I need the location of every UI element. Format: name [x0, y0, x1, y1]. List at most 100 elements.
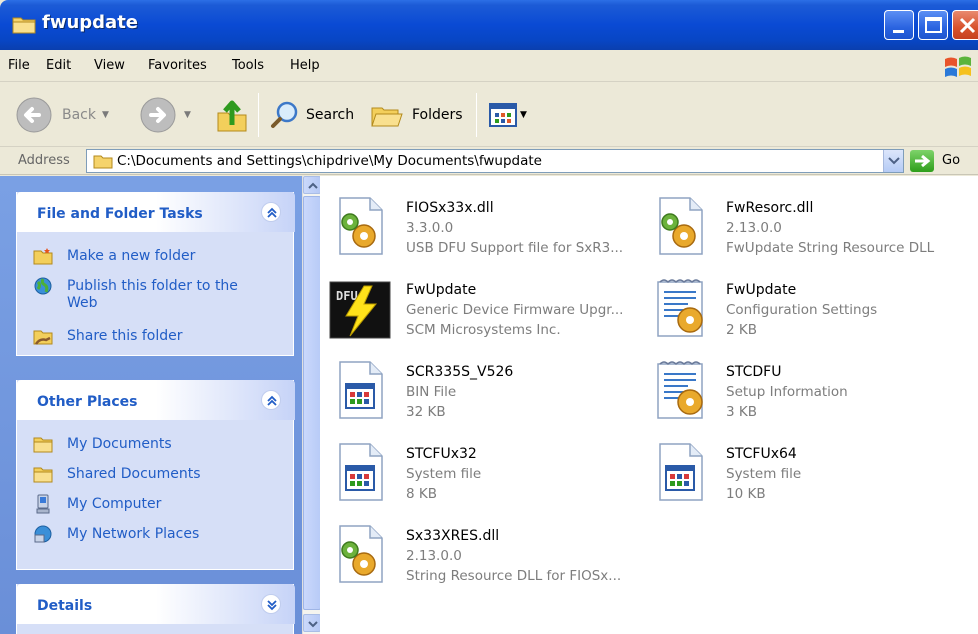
forward-dropdown-icon[interactable]: ▼ [184, 110, 191, 120]
scroll-down-button[interactable] [303, 614, 321, 632]
file-detail: SCM Microsystems Inc. [406, 322, 561, 338]
file-detail: System file [726, 466, 802, 482]
chevron-down-icon [267, 600, 277, 611]
share-folder-icon [33, 330, 53, 345]
explorer-window: fwupdate File Edit View Favorites Tools … [0, 0, 978, 634]
menu-favorites[interactable]: Favorites [148, 58, 207, 73]
address-label: Address [18, 153, 70, 168]
menu-help[interactable]: Help [290, 58, 320, 73]
dfu-app-icon: DFU [329, 281, 391, 339]
collapse-button[interactable] [261, 390, 281, 410]
file-detail: 32 KB [406, 404, 446, 420]
file-item[interactable]: FwResorc.dll 2.13.0.0 FwUpdate String Re… [640, 184, 960, 264]
file-name: SCR335S_V526 [406, 364, 514, 380]
search-button[interactable]: Search [270, 83, 354, 147]
task-pane: File and Folder Tasks Make a new folder [0, 176, 302, 634]
views-button[interactable]: ▼ [488, 83, 527, 147]
address-input[interactable]: C:\Documents and Settings\chipdrive\My D… [86, 149, 904, 173]
file-detail: Generic Device Firmware Upgr... [406, 302, 624, 318]
panel-title: File and Folder Tasks [37, 206, 203, 222]
file-item[interactable]: SCR335S_V526 BIN File 32 KB [320, 348, 640, 428]
back-dropdown-icon[interactable]: ▼ [102, 110, 109, 120]
shared-documents-link[interactable]: Shared Documents [33, 466, 201, 484]
up-folder-button[interactable] [214, 83, 250, 147]
toolbar: Back ▼ ▼ Search Folders ▼ [0, 83, 978, 147]
forward-button[interactable]: ▼ [138, 83, 191, 147]
folders-icon [371, 107, 403, 127]
file-item[interactable]: FIOSx33x.dll 3.3.0.0 USB DFU Support fil… [320, 184, 640, 264]
menu-edit[interactable]: Edit [46, 58, 71, 73]
scroll-up-button[interactable] [303, 176, 321, 194]
config-settings-icon [648, 276, 712, 340]
vertical-scrollbar[interactable] [302, 176, 321, 634]
minimize-button[interactable] [884, 10, 914, 40]
back-button[interactable]: Back ▼ [14, 83, 109, 147]
panel-header[interactable]: Details [17, 584, 295, 624]
make-new-folder-link[interactable]: Make a new folder [33, 248, 195, 266]
new-folder-icon [33, 248, 53, 265]
chevron-up-icon [267, 207, 277, 218]
close-button[interactable] [952, 10, 978, 40]
link-label: Shared Documents [67, 466, 201, 482]
close-icon [959, 17, 976, 34]
file-detail: 2.13.0.0 [726, 220, 782, 236]
file-name: Sx33XRES.dll [406, 528, 500, 544]
file-item[interactable]: STCFUx32 System file 8 KB [320, 430, 640, 510]
menu-file[interactable]: File [8, 58, 30, 73]
setup-info-icon [648, 358, 712, 422]
go-label[interactable]: Go [942, 153, 960, 168]
search-label: Search [306, 107, 355, 123]
maximize-button[interactable] [918, 10, 948, 40]
file-name: FIOSx33x.dll [406, 200, 494, 216]
title-bar[interactable]: fwupdate [0, 0, 978, 50]
views-dropdown-icon[interactable]: ▼ [520, 110, 527, 120]
file-item[interactable]: Sx33XRES.dll 2.13.0.0 String Resource DL… [320, 512, 640, 592]
expand-button[interactable] [261, 594, 281, 614]
dll-icon [328, 194, 392, 258]
go-button[interactable] [910, 150, 934, 172]
file-detail: Setup Information [726, 384, 848, 400]
panel-title: Other Places [37, 394, 138, 410]
minimize-icon [893, 30, 904, 33]
collapse-button[interactable] [261, 202, 281, 222]
file-name: STCFUx64 [726, 446, 797, 462]
address-dropdown-button[interactable] [883, 150, 903, 172]
file-item[interactable]: STCFUx64 System file 10 KB [640, 430, 960, 510]
folder-icon [33, 437, 53, 453]
file-name: STCDFU [726, 364, 782, 380]
chevron-down-icon [888, 157, 900, 165]
share-folder-link[interactable]: Share this folder [33, 328, 183, 346]
panel-header[interactable]: Other Places [17, 380, 295, 420]
window-title: fwupdate [42, 12, 139, 33]
my-computer-link[interactable]: My Computer [33, 494, 161, 514]
link-label: My Network Places [67, 526, 200, 542]
file-name: FwResorc.dll [726, 200, 814, 216]
folders-button[interactable]: Folders [370, 83, 463, 147]
folders-label: Folders [412, 107, 463, 123]
panel-header[interactable]: File and Folder Tasks [17, 192, 295, 232]
system-file-icon [328, 440, 392, 504]
other-places-panel: Other Places My Documents Shared Documen [16, 380, 295, 570]
dll-icon [648, 194, 712, 258]
search-icon [271, 101, 298, 128]
go-arrow-icon [915, 154, 931, 168]
maximize-icon [925, 17, 942, 33]
menu-bar: File Edit View Favorites Tools Help [0, 50, 978, 82]
menu-view[interactable]: View [94, 58, 125, 73]
file-item[interactable]: STCDFU Setup Information 3 KB [640, 348, 960, 428]
address-value: C:\Documents and Settings\chipdrive\My D… [117, 153, 542, 169]
folder-icon [33, 467, 53, 483]
my-network-places-link[interactable]: My Network Places [33, 525, 200, 544]
file-detail: USB DFU Support file for SxR3... [406, 240, 624, 256]
file-item[interactable]: FwUpdate Configuration Settings 2 KB [640, 266, 960, 346]
menu-tools[interactable]: Tools [232, 58, 264, 73]
folder-icon [12, 17, 36, 34]
publish-folder-link[interactable]: Publish this folder to the Web [33, 277, 263, 312]
my-documents-link[interactable]: My Documents [33, 436, 172, 454]
details-panel: Details [16, 584, 295, 634]
file-item[interactable]: DFU FwUpdate Generic Device Firmware Upg… [320, 266, 640, 346]
toolbar-separator [476, 93, 477, 137]
scroll-thumb[interactable] [303, 196, 321, 610]
network-icon [34, 525, 52, 543]
link-label: Make a new folder [67, 248, 196, 264]
